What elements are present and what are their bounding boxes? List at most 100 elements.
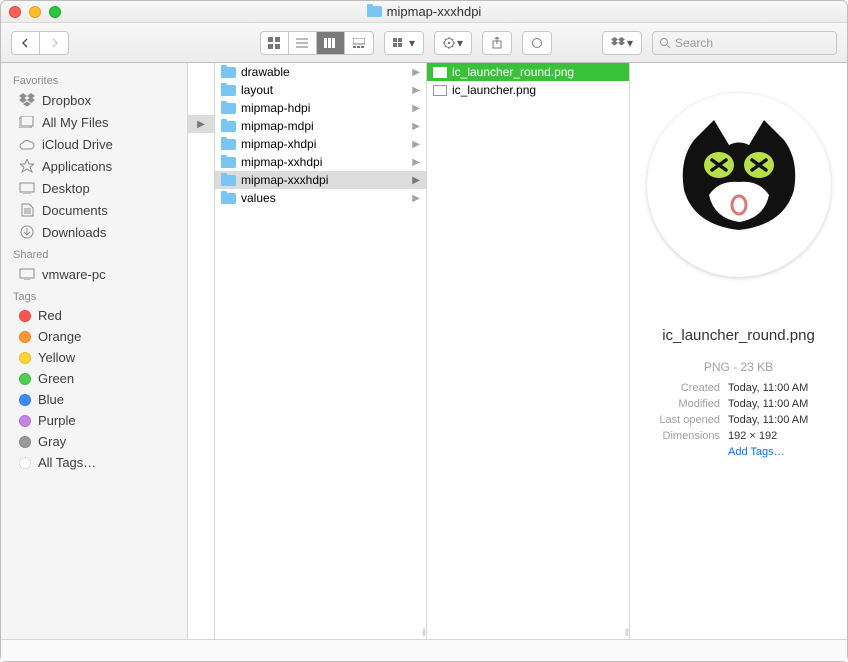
folder-values[interactable]: values▶ <box>215 189 426 207</box>
arrange-button[interactable]: ▾ <box>384 31 424 55</box>
parent-folder-arrow[interactable]: ▶ <box>188 115 214 133</box>
sidebar-tag-yellow[interactable]: Yellow <box>1 347 187 368</box>
file-ic-launcher-round[interactable]: ic_launcher_round.png <box>427 63 629 81</box>
file-ic-launcher[interactable]: ic_launcher.png <box>427 81 629 99</box>
chevron-right-icon: ▶ <box>412 193 420 204</box>
folder-icon <box>221 103 236 114</box>
tag-dot-icon <box>19 310 31 322</box>
preview-meta: PNG - 23 KB <box>642 360 835 374</box>
image-file-icon <box>433 85 447 96</box>
sidebar-tag-green[interactable]: Green <box>1 368 187 389</box>
chevron-right-icon: ▶ <box>412 175 420 186</box>
column-resize-handle[interactable]: ‖ <box>625 628 627 639</box>
window-title: mipmap-xxxhdpi <box>1 4 847 19</box>
sidebar-item-downloads[interactable]: Downloads <box>1 221 187 243</box>
column-0: ▶ <box>188 63 215 639</box>
icon-view-button[interactable] <box>261 32 289 54</box>
folder-icon <box>221 121 236 132</box>
gallery-view-button[interactable] <box>345 32 373 54</box>
folder-icon <box>367 6 382 17</box>
tag-dot-icon <box>19 394 31 406</box>
folder-icon <box>221 193 236 204</box>
search-field[interactable]: Search <box>652 31 837 55</box>
sidebar-section-shared: Shared <box>1 243 187 263</box>
folder-mipmap-xxhdpi[interactable]: mipmap-xxhdpi▶ <box>215 153 426 171</box>
list-view-button[interactable] <box>289 32 317 54</box>
chevron-right-icon: ▶ <box>412 85 420 96</box>
share-button[interactable] <box>482 31 512 55</box>
column-1: drawable▶ layout▶ mipmap-hdpi▶ mipmap-md… <box>215 63 427 639</box>
dropbox-button[interactable]: ▾ <box>602 31 642 55</box>
sidebar-item-dropbox[interactable]: Dropbox <box>1 89 187 111</box>
desktop-icon <box>19 180 35 196</box>
back-button[interactable] <box>12 32 40 54</box>
preview-thumbnail <box>647 93 831 277</box>
sidebar-section-tags: Tags <box>1 285 187 305</box>
column-resize-handle[interactable]: ‖ <box>422 628 424 639</box>
minimize-window-button[interactable] <box>29 6 41 18</box>
sidebar-section-favorites: Favorites <box>1 69 187 89</box>
downloads-icon <box>19 224 35 240</box>
folder-layout[interactable]: layout▶ <box>215 81 426 99</box>
chevron-right-icon: ▶ <box>412 139 420 150</box>
folder-mipmap-hdpi[interactable]: mipmap-hdpi▶ <box>215 99 426 117</box>
folder-mipmap-xxxhdpi[interactable]: mipmap-xxxhdpi▶ <box>215 171 426 189</box>
add-tags-link[interactable]: Add Tags… <box>728 444 835 460</box>
folder-icon <box>221 67 236 78</box>
statusbar <box>1 639 847 661</box>
sidebar-item-icloud[interactable]: iCloud Drive <box>1 133 187 155</box>
column-view-button[interactable] <box>317 32 345 54</box>
zoom-window-button[interactable] <box>49 6 61 18</box>
documents-icon <box>19 202 35 218</box>
cat-icon <box>664 110 814 260</box>
chevron-right-icon: ▶ <box>412 67 420 78</box>
view-mode-segment <box>260 31 374 55</box>
all-files-icon <box>19 114 35 130</box>
sidebar-tag-gray[interactable]: Gray <box>1 431 187 452</box>
search-placeholder: Search <box>675 36 713 50</box>
folder-icon <box>221 175 236 186</box>
column-browser: ▶ drawable▶ layout▶ mipmap-hdpi▶ mipmap-… <box>188 63 847 639</box>
action-button[interactable]: ▾ <box>434 31 472 55</box>
sidebar-tag-red[interactable]: Red <box>1 305 187 326</box>
toolbar: ▾ ▾ ▾ Search <box>1 23 847 63</box>
column-2: ic_launcher_round.png ic_launcher.png ‖ <box>427 63 630 639</box>
tag-dot-icon <box>19 373 31 385</box>
folder-mipmap-mdpi[interactable]: mipmap-mdpi▶ <box>215 117 426 135</box>
forward-button[interactable] <box>40 32 68 54</box>
edit-tags-button[interactable] <box>522 31 552 55</box>
tag-dot-icon <box>19 436 31 448</box>
close-window-button[interactable] <box>9 6 21 18</box>
sidebar-all-tags[interactable]: All Tags… <box>1 452 187 473</box>
preview-filename: ic_launcher_round.png <box>642 327 835 344</box>
folder-icon <box>221 85 236 96</box>
chevron-right-icon: ▶ <box>412 157 420 168</box>
display-icon <box>19 266 35 282</box>
window-title-text: mipmap-xxxhdpi <box>387 4 482 19</box>
sidebar-item-all-my-files[interactable]: All My Files <box>1 111 187 133</box>
sidebar-item-vmware-pc[interactable]: vmware-pc <box>1 263 187 285</box>
tag-dot-icon <box>19 352 31 364</box>
image-file-icon <box>433 67 447 78</box>
tag-dot-icon <box>19 457 31 469</box>
preview-pane: ic_launcher_round.png PNG - 23 KB Create… <box>630 63 847 639</box>
folder-drawable[interactable]: drawable▶ <box>215 63 426 81</box>
search-icon <box>659 37 671 49</box>
sidebar-item-desktop[interactable]: Desktop <box>1 177 187 199</box>
folder-mipmap-xhdpi[interactable]: mipmap-xhdpi▶ <box>215 135 426 153</box>
sidebar-tag-blue[interactable]: Blue <box>1 389 187 410</box>
folder-icon <box>221 157 236 168</box>
tag-dot-icon <box>19 331 31 343</box>
chevron-right-icon: ▶ <box>412 121 420 132</box>
chevron-right-icon: ▶ <box>412 103 420 114</box>
cloud-icon <box>19 136 35 152</box>
sidebar-tag-purple[interactable]: Purple <box>1 410 187 431</box>
sidebar-item-documents[interactable]: Documents <box>1 199 187 221</box>
preview-details: CreatedToday, 11:00 AM ModifiedToday, 11… <box>642 380 835 460</box>
dropbox-icon <box>19 92 35 108</box>
sidebar-tag-orange[interactable]: Orange <box>1 326 187 347</box>
sidebar-item-applications[interactable]: Applications <box>1 155 187 177</box>
nav-buttons <box>11 31 69 55</box>
tag-dot-icon <box>19 415 31 427</box>
apps-icon <box>19 158 35 174</box>
